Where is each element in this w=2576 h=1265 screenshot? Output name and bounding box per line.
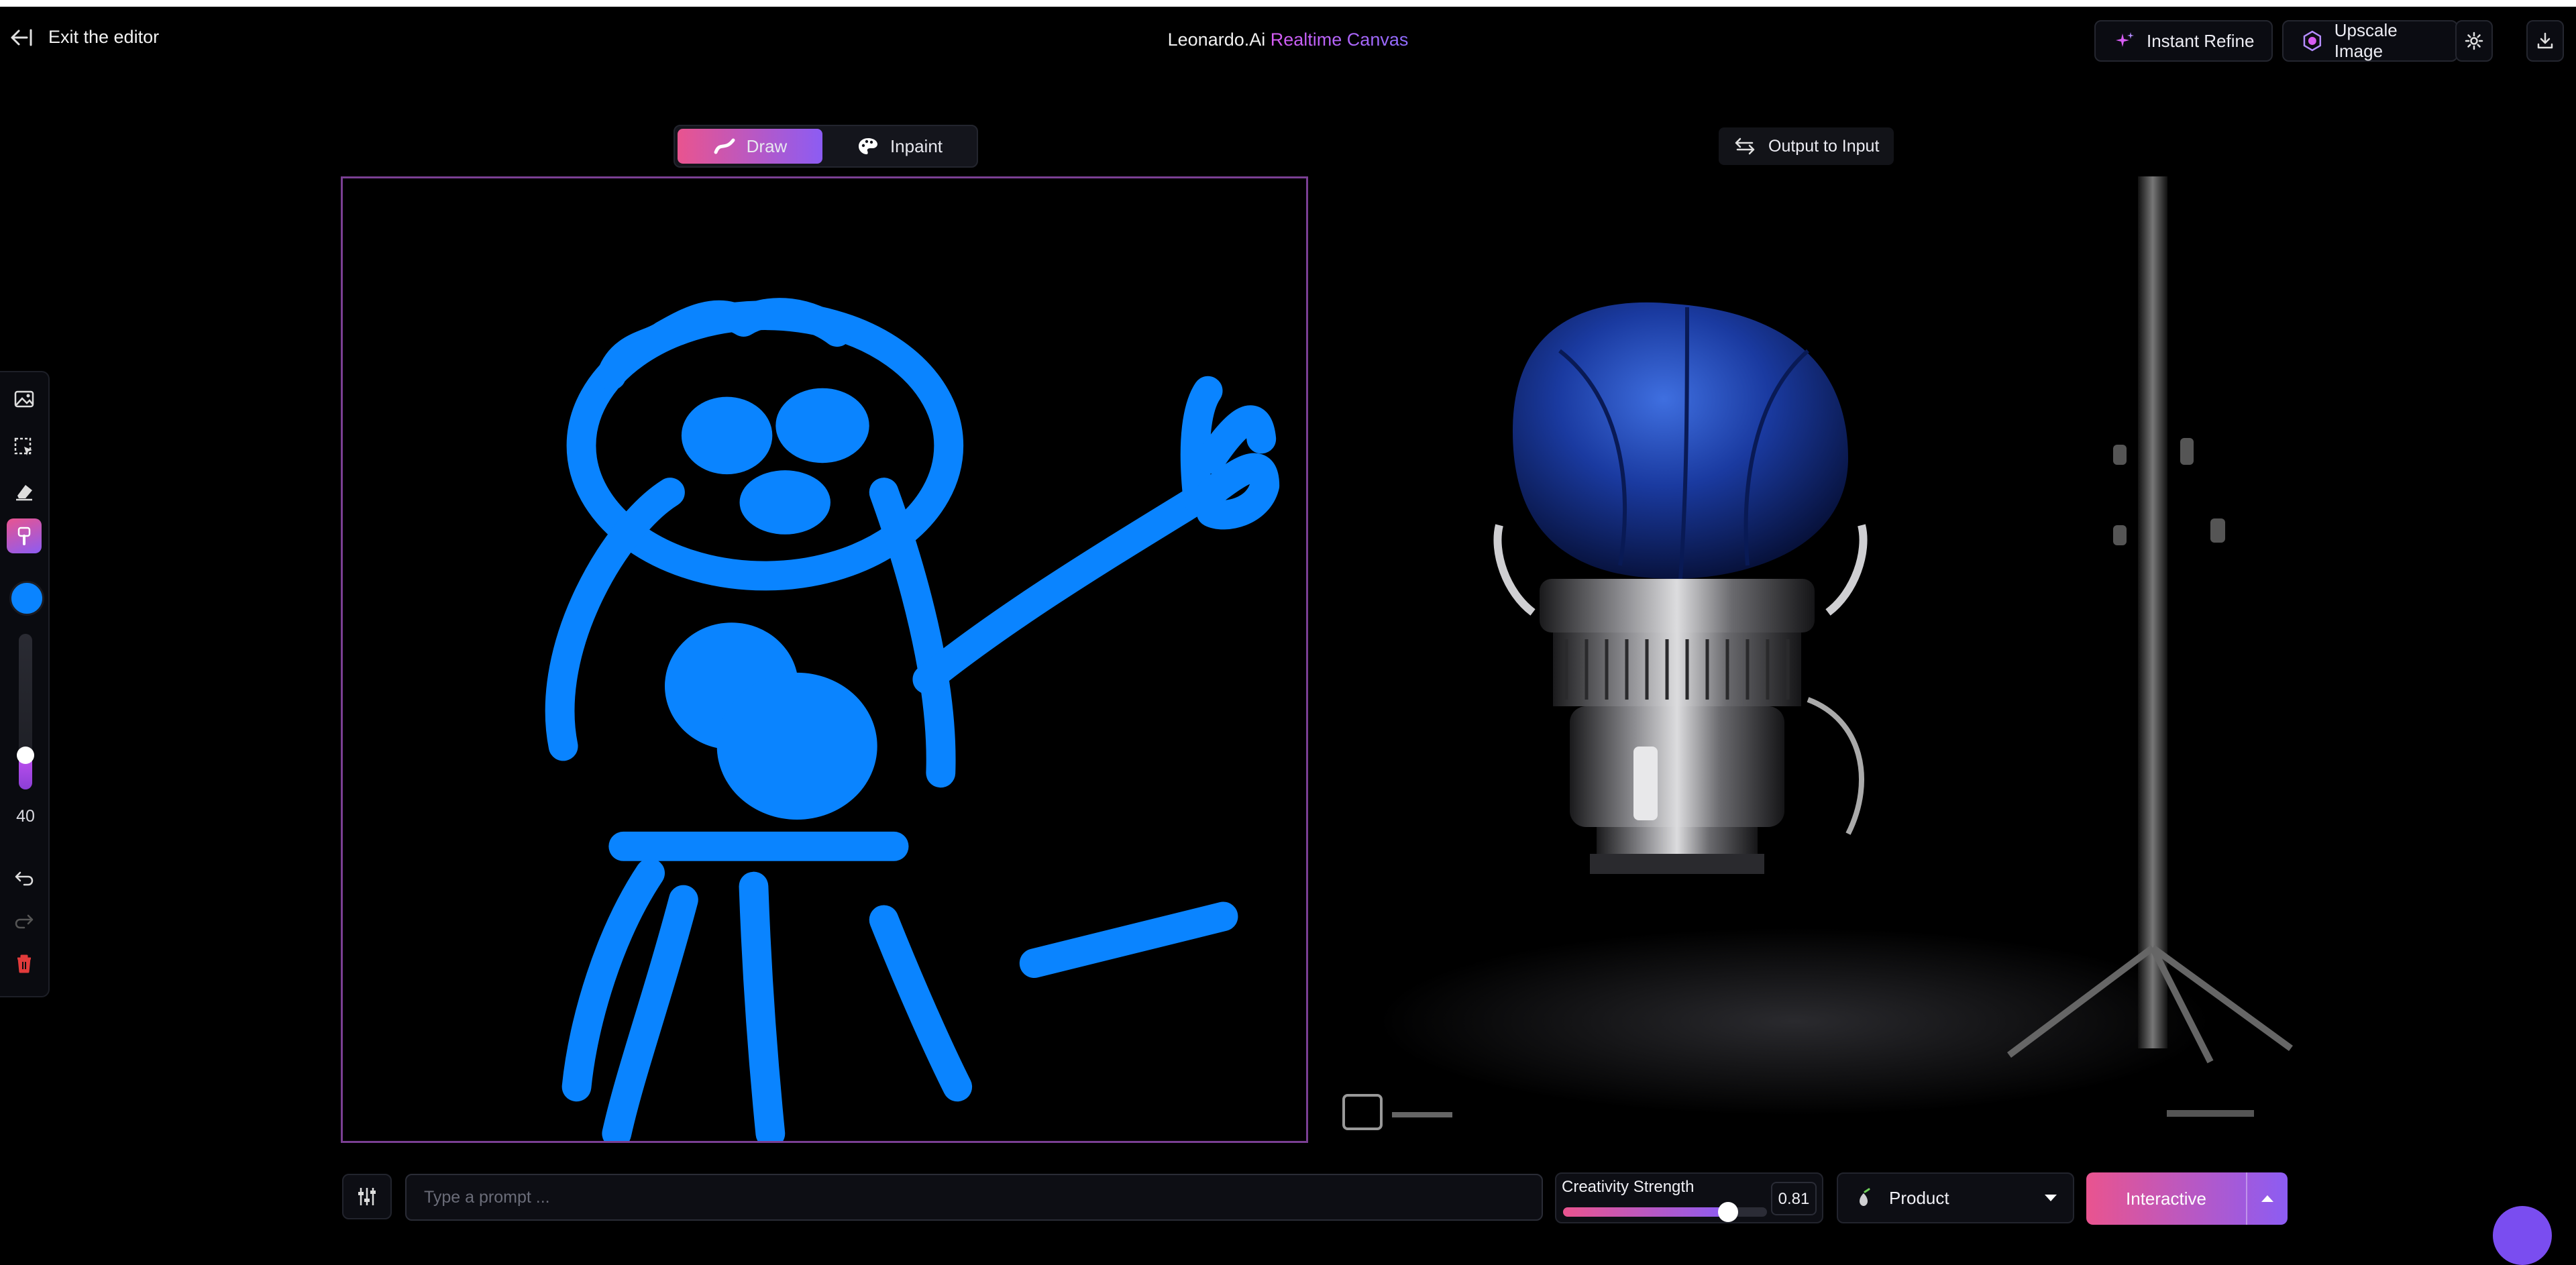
brush-size-value: 40 [16,807,35,826]
gear-icon [2465,32,2483,50]
output-image [1338,176,2308,1143]
window-top-bar [0,0,2576,7]
brush-tool[interactable] [7,518,42,553]
redo-icon [15,914,34,929]
tab-inpaint[interactable]: Inpaint [825,129,974,164]
sparkle-icon [2116,32,2134,47]
tab-draw-label: Draw [746,135,788,156]
creativity-strength-control: Creativity Strength 0.81 [1555,1172,1823,1223]
mode-toggle: Draw Inpaint [674,125,978,168]
trash-icon [17,954,31,973]
style-dropdown[interactable]: Product [1837,1172,2074,1223]
brand-name: Leonardo.Ai [1167,30,1266,50]
eraser-icon [16,485,32,501]
generation-settings-button[interactable] [342,1174,392,1219]
select-icon [14,437,32,455]
image-icon [14,390,34,408]
upscale-image-label: Upscale Image [2334,20,2398,61]
draw-stroke-icon [714,138,735,154]
output-to-input-label: Output to Input [1768,136,1880,156]
drawing-toolbar: 40 [0,371,50,997]
bottom-bar: Creativity Strength 0.81 Product Interac… [0,1167,2576,1226]
mode-options-toggle[interactable] [2246,1172,2288,1225]
generated-product-image [1338,176,2308,1143]
creativity-strength-slider[interactable] [1563,1202,1767,1222]
upscale-image-button[interactable]: Upscale Image [2282,20,2458,62]
undo-icon [15,871,34,886]
download-icon [2537,32,2553,49]
chat-support-button[interactable] [2493,1206,2552,1265]
select-tool[interactable] [7,430,42,465]
drawing-canvas[interactable] [341,176,1308,1143]
brush-size-slider[interactable] [17,634,34,789]
brush-icon [17,527,31,545]
upscale-icon [2303,30,2322,52]
tab-draw[interactable]: Draw [678,129,822,164]
clear-canvas-button[interactable] [7,946,42,981]
swap-arrows-icon [1735,138,1755,155]
undo-button[interactable] [7,861,42,895]
product-style-icon [1860,1188,1870,1206]
chevron-up-icon [2261,1195,2273,1202]
stick-figure-drawing [545,298,1280,1141]
upscale-settings-button[interactable] [2455,20,2493,62]
chevron-down-icon [2045,1195,2057,1201]
creativity-strength-label: Creativity Strength [1562,1178,1695,1196]
download-button[interactable] [2526,20,2564,62]
interactive-mode-label: Interactive [2126,1188,2206,1209]
palette-icon [858,138,877,154]
eraser-tool[interactable] [7,474,42,509]
tab-inpaint-label: Inpaint [890,135,943,156]
redo-button[interactable] [7,903,42,938]
add-image-tool[interactable] [7,382,42,417]
creativity-strength-handle[interactable] [1718,1202,1738,1222]
prompt-input[interactable] [405,1174,1543,1221]
brush-size-handle[interactable] [17,747,34,764]
sliders-icon [358,1188,376,1205]
editor-header: Exit the editor Leonardo.Ai Realtime Can… [0,7,2576,62]
creativity-strength-fill [1563,1207,1728,1217]
product-name: Realtime Canvas [1270,30,1409,50]
instant-refine-label: Instant Refine [2147,30,2255,51]
instant-refine-button[interactable]: Instant Refine [2094,20,2273,62]
creativity-strength-value[interactable]: 0.81 [1771,1182,1817,1215]
brush-color-swatch[interactable] [9,581,44,616]
style-dropdown-value: Product [1889,1187,1949,1208]
output-to-input-button[interactable]: Output to Input [1719,127,1894,165]
interactive-mode-button[interactable]: Interactive [2086,1172,2288,1225]
